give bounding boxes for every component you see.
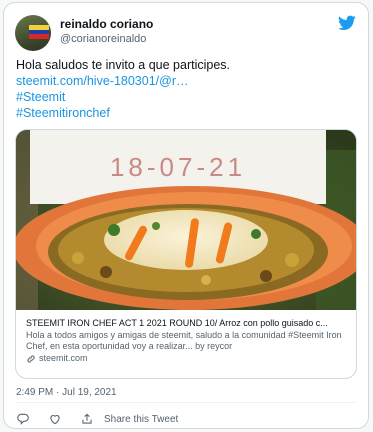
tweet-card: reinaldo coriano @corianoreinaldo Hola s… [3,2,369,429]
tweet-timestamp[interactable]: 2:49 PM · Jul 19, 2021 [16,387,117,398]
hashtag-steemitironchef[interactable]: #Steemitironchef [16,105,356,121]
divider [16,402,356,403]
link-preview-text: STEEMIT IRON CHEF ACT 1 2021 ROUND 10/ A… [16,310,356,364]
twitter-bird-icon[interactable] [338,15,356,31]
tweet-message: Hola saludos te invito a que participes. [16,58,231,72]
food-plate-illustration: 18-07-21 [16,130,356,310]
preview-photo: 18-07-21 [16,130,356,310]
link-icon [27,354,35,363]
preview-domain: steemit.com [26,353,346,364]
avatar[interactable] [15,15,51,51]
preview-description: Hola a todos amigos y amigas de steemit,… [26,330,342,351]
tweet-link[interactable]: steemit.com/hive-180301/@r… [16,73,356,89]
tweet-actions: Share this Tweet [16,412,178,426]
reply-icon[interactable] [16,412,30,426]
link-preview-card[interactable]: 18-07-21 STEEMIT IRON CHEF ACT 1 2021 RO… [15,129,357,379]
author-name[interactable]: reinaldo coriano [60,17,153,32]
venezuela-flag-icon [29,25,49,39]
user-info: reinaldo coriano @corianoreinaldo [60,17,153,47]
preview-title: STEEMIT IRON CHEF ACT 1 2021 ROUND 10/ A… [26,318,328,328]
preview-domain-label: steemit.com [39,353,88,363]
share-icon[interactable] [80,412,94,426]
hashtag-steemit[interactable]: #Steemit [16,89,356,105]
tweet-text: Hola saludos te invito a que participes.… [16,57,356,121]
heart-icon[interactable] [48,412,62,426]
share-tweet-label[interactable]: Share this Tweet [104,414,178,425]
sign-date: 18-07-21 [110,152,246,182]
author-handle[interactable]: @corianoreinaldo [60,32,153,47]
